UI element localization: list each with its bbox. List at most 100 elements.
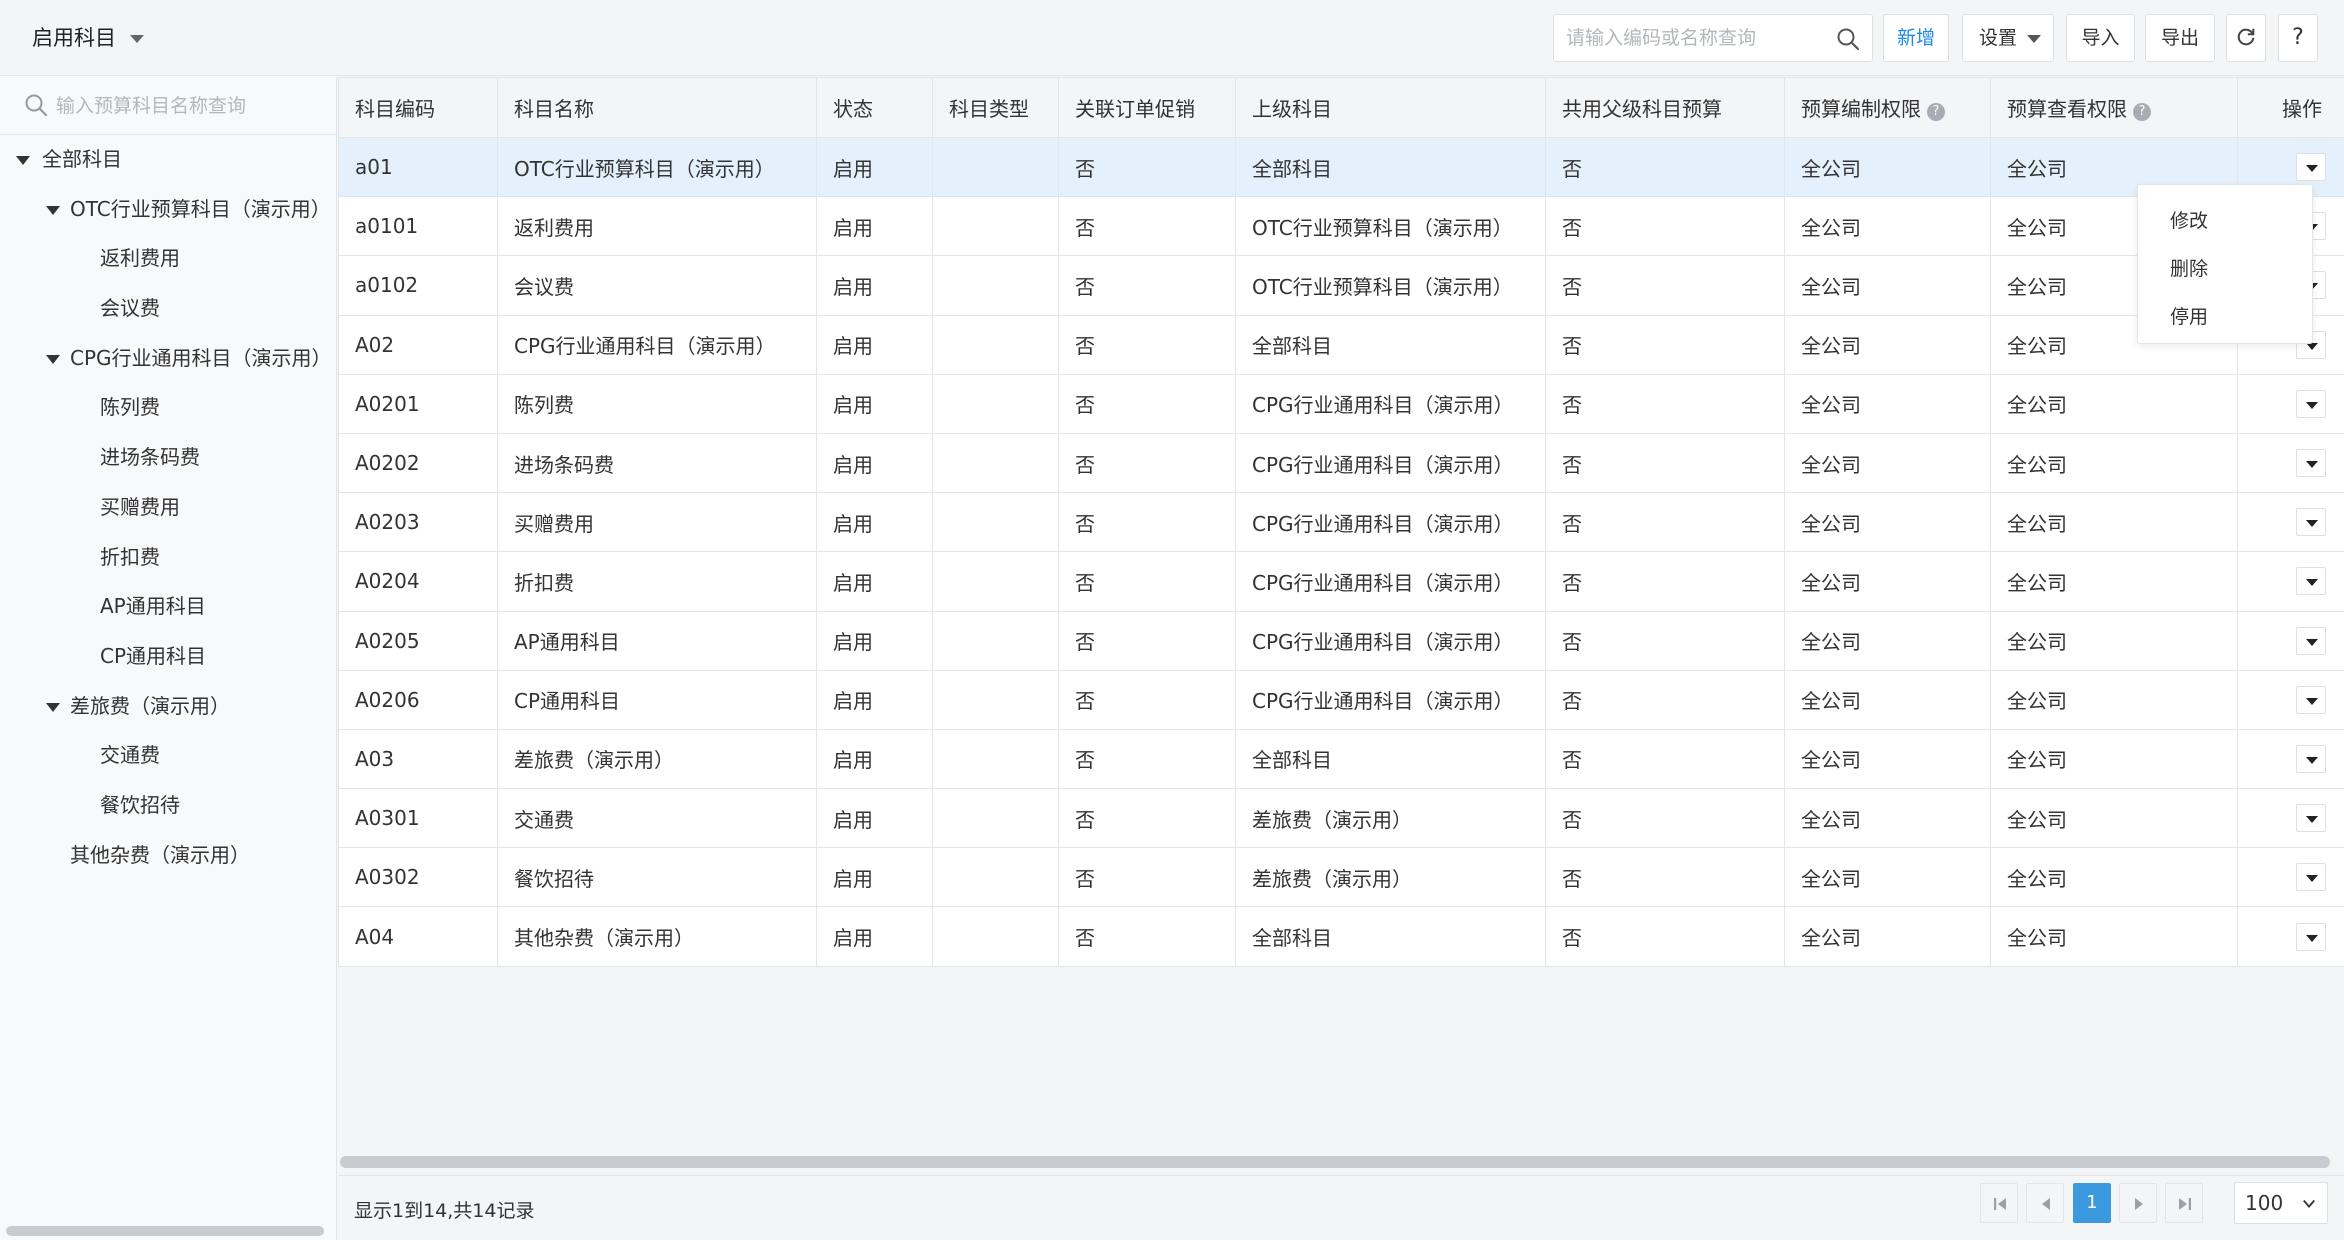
cell-edit-permission: 全公司: [1784, 492, 1991, 553]
tree-node[interactable]: 折扣费: [0, 533, 336, 583]
tree-node[interactable]: AP通用科目: [0, 582, 336, 632]
last-page-button[interactable]: [2165, 1183, 2203, 1223]
caret-down-icon[interactable]: [16, 156, 30, 165]
help-circle-icon[interactable]: ?: [1927, 103, 1945, 121]
cell-edit-permission: 全公司: [1784, 196, 1991, 257]
caret-down-icon[interactable]: [46, 702, 60, 712]
import-button[interactable]: 导入: [2066, 14, 2135, 62]
cell-status: 启用: [816, 906, 933, 967]
tree-node[interactable]: CP通用科目: [0, 632, 336, 682]
cell-actions: [2237, 373, 2344, 434]
table-row[interactable]: a01 OTC行业预算科目（演示用） 启用否全部科目否全公司 全公司: [338, 136, 2344, 198]
help-button[interactable]: ?: [2278, 14, 2318, 62]
first-page-icon: [1994, 1198, 2006, 1210]
table-row[interactable]: A0202 进场条码费 启用否 CPG行业通用科目（演示用）否全公司 全公司: [338, 432, 2344, 494]
tree-node[interactable]: 陈列费: [0, 383, 336, 433]
caret-down-icon[interactable]: [46, 205, 60, 215]
table-row[interactable]: A04 其他杂费（演示用） 启用否全部科目否全公司 全公司: [338, 906, 2344, 967]
row-action-dropdown-button[interactable]: [2296, 863, 2326, 892]
page-size-select[interactable]: 100: [2234, 1182, 2328, 1224]
table-row[interactable]: A0205 AP通用科目 启用否 CPG行业通用科目（演示用）否全公司 全公司: [338, 610, 2344, 671]
refresh-button[interactable]: [2226, 14, 2266, 62]
table-row[interactable]: A0204 折扣费 启用否 CPG行业通用科目（演示用）否全公司 全公司: [338, 551, 2344, 612]
next-page-button[interactable]: [2119, 1183, 2157, 1223]
row-action-dropdown-button[interactable]: [2296, 153, 2326, 182]
cell-view-permission: 全公司: [1990, 906, 2238, 967]
row-action-dropdown-button[interactable]: [2296, 804, 2326, 833]
table-row[interactable]: A0301 交通费 启用否差旅费（演示用）否全公司 全公司: [338, 788, 2344, 849]
col-header-name[interactable]: 科目名称: [497, 77, 817, 138]
row-action-dropdown-button[interactable]: [2296, 508, 2326, 537]
cell-view-permission: 全公司: [1990, 788, 2238, 849]
cell-name: 餐饮招待: [497, 847, 817, 908]
caret-down-icon[interactable]: [46, 354, 60, 364]
table-row[interactable]: a0102 会议费 启用否 OTC行业预算科目（演示用）否全公司 全公司: [338, 255, 2344, 316]
col-header-code[interactable]: 科目编码: [338, 77, 498, 138]
cell-status: 启用: [816, 196, 933, 257]
tree-node-label: CPG行业通用科目（演示用）: [70, 345, 332, 370]
tree-node[interactable]: 差旅费（演示用）: [0, 682, 336, 732]
col-header-order-promo[interactable]: 关联订单促销: [1058, 77, 1236, 138]
col-header-view-permission[interactable]: 预算查看权限?: [1990, 77, 2238, 138]
cell-parent: 差旅费（演示用）: [1235, 847, 1546, 908]
cell-name: 差旅费（演示用）: [497, 728, 817, 790]
menu-item-disable[interactable]: 停用: [2138, 293, 2312, 341]
search-input[interactable]: [1554, 15, 1824, 61]
tree-node-label: CP通用科目: [100, 643, 207, 668]
tree-node[interactable]: 买赠费用: [0, 483, 336, 533]
sidebar-search-input[interactable]: [56, 87, 326, 125]
table-row[interactable]: A0203 买赠费用 启用否 CPG行业通用科目（演示用）否全公司 全公司: [338, 492, 2344, 553]
export-button[interactable]: 导出: [2145, 14, 2215, 62]
cell-status: 启用: [816, 551, 933, 612]
tree-node[interactable]: 全部科目: [0, 135, 336, 185]
table-row[interactable]: A0201 陈列费 启用否 CPG行业通用科目（演示用）否全公司 全公司: [338, 373, 2344, 434]
first-page-button[interactable]: [1980, 1183, 2018, 1223]
col-header-shared-budget[interactable]: 共用父级科目预算: [1545, 77, 1785, 138]
horizontal-scrollbar[interactable]: [340, 1156, 2330, 1168]
help-circle-icon[interactable]: ?: [2133, 103, 2151, 121]
cell-order-promo: 否: [1058, 314, 1236, 375]
row-action-dropdown-button[interactable]: [2296, 685, 2326, 714]
view-selector[interactable]: 启用科目: [32, 20, 144, 56]
row-action-dropdown-button[interactable]: [2296, 744, 2326, 773]
search-icon[interactable]: [1836, 27, 1860, 51]
cell-edit-permission: 全公司: [1784, 788, 1991, 849]
tree-node[interactable]: OTC行业预算科目（演示用）: [0, 185, 336, 235]
cell-edit-permission: 全公司: [1784, 906, 1991, 967]
tree-node[interactable]: 会议费: [0, 284, 336, 334]
row-action-dropdown-button[interactable]: [2296, 389, 2326, 418]
col-header-edit-permission[interactable]: 预算编制权限?: [1784, 77, 1991, 138]
tree-node[interactable]: 交通费: [0, 731, 336, 781]
cell-parent: OTC行业预算科目（演示用）: [1235, 255, 1546, 316]
page-number-button[interactable]: 1: [2073, 1183, 2111, 1223]
tree-node[interactable]: 其他杂费（演示用）: [0, 831, 336, 881]
table-row[interactable]: A0302 餐饮招待 启用否差旅费（演示用）否全公司 全公司: [338, 847, 2344, 908]
new-button[interactable]: 新增: [1883, 14, 1949, 62]
row-action-dropdown-button[interactable]: [2296, 449, 2326, 478]
menu-item-delete[interactable]: 删除: [2138, 245, 2312, 293]
cell-actions: [2237, 847, 2344, 908]
tree-node[interactable]: 返利费用: [0, 234, 336, 284]
row-action-dropdown-button[interactable]: [2296, 626, 2326, 655]
cell-status: 启用: [816, 255, 933, 316]
menu-item-edit[interactable]: 修改: [2138, 197, 2312, 245]
table-row[interactable]: a0101 返利费用 启用否 OTC行业预算科目（演示用）否全公司 全公司: [338, 196, 2344, 257]
col-header-edit-permission-label: 预算编制权限: [1801, 97, 1921, 121]
cell-code: A0201: [338, 373, 498, 434]
row-action-dropdown-button[interactable]: [2296, 922, 2326, 951]
col-header-status[interactable]: 状态: [816, 77, 933, 138]
tree-node[interactable]: CPG行业通用科目（演示用）: [0, 334, 336, 384]
tree-node[interactable]: 进场条码费: [0, 433, 336, 483]
row-action-dropdown-button[interactable]: [2296, 567, 2326, 596]
prev-page-button[interactable]: [2026, 1183, 2064, 1223]
col-header-type[interactable]: 科目类型: [932, 77, 1059, 138]
cell-shared-budget: 否: [1545, 847, 1785, 908]
tree-node[interactable]: 餐饮招待: [0, 781, 336, 831]
col-header-parent[interactable]: 上级科目: [1235, 77, 1546, 138]
table-row[interactable]: A0206 CP通用科目 启用否 CPG行业通用科目（演示用）否全公司 全公司: [338, 669, 2344, 730]
table-row[interactable]: A02 CPG行业通用科目（演示用） 启用否全部科目否全公司 全公司: [338, 314, 2344, 375]
sidebar-scrollbar[interactable]: [6, 1226, 324, 1236]
settings-button[interactable]: 设置: [1962, 14, 2054, 62]
cell-edit-permission: 全公司: [1784, 373, 1991, 434]
table-row[interactable]: A03 差旅费（演示用） 启用否全部科目否全公司 全公司: [338, 728, 2344, 790]
